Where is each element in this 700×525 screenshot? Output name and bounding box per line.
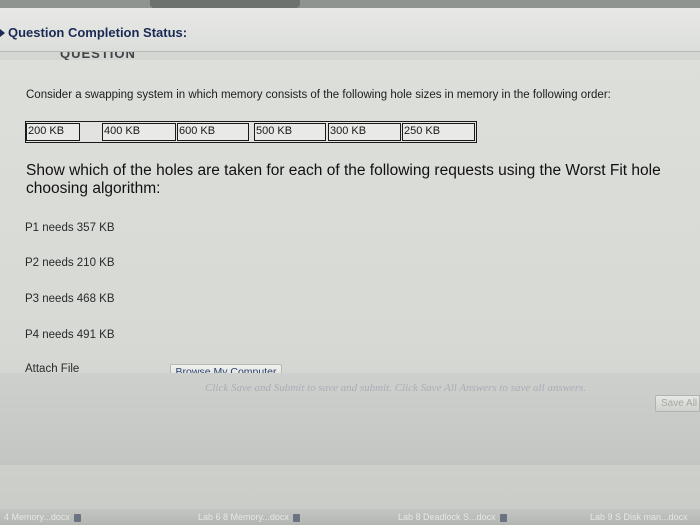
question-heading-partial: QUESTION 10 [60, 52, 136, 60]
save-all-answers-button[interactable]: Save All [655, 395, 700, 412]
hole-cell: 400 KB [102, 123, 176, 141]
hole-cell: 500 KB [254, 123, 326, 141]
request-item: P4 needs 491 KB [25, 329, 115, 341]
taskbar-item[interactable]: Lab 9 S Disk man...docx [590, 511, 700, 523]
taskbar-item[interactable]: Lab 6 8 Memory...docx [198, 511, 348, 523]
hole-cell: 600 KB [177, 123, 249, 141]
document-icon [292, 513, 300, 522]
question-status-bar: Question Completion Status: [0, 8, 700, 52]
browser-top-strip [0, 0, 700, 8]
hole-sizes-table: 200 KB 400 KB 600 KB 500 KB 300 KB 250 K… [25, 121, 477, 143]
request-item: P1 needs 357 KB [25, 222, 115, 234]
top-tab-shape [150, 0, 300, 8]
completion-status-label: Question Completion Status: [8, 25, 188, 40]
expand-arrow-icon[interactable] [0, 29, 5, 37]
hole-cell: 300 KB [328, 123, 401, 141]
taskbar: 4 Memory...docx Lab 6 8 Memory...docx La… [0, 509, 700, 525]
request-item: P3 needs 468 KB [25, 293, 115, 305]
submit-instructions: Click Save and Submit to save and submit… [205, 382, 587, 394]
hole-cell: 200 KB [26, 123, 80, 141]
document-icon [499, 513, 507, 522]
hole-cell: 250 KB [402, 123, 475, 141]
taskbar-item[interactable]: Lab 8 Deadlock S...docx [398, 511, 538, 523]
document-icon [73, 513, 81, 522]
question-text: Show which of the holes are taken for ea… [26, 162, 661, 197]
taskbar-item[interactable]: 4 Memory...docx [4, 511, 134, 523]
request-item: P2 needs 210 KB [25, 257, 115, 269]
question-intro-text: Consider a swapping system in which memo… [26, 89, 611, 101]
